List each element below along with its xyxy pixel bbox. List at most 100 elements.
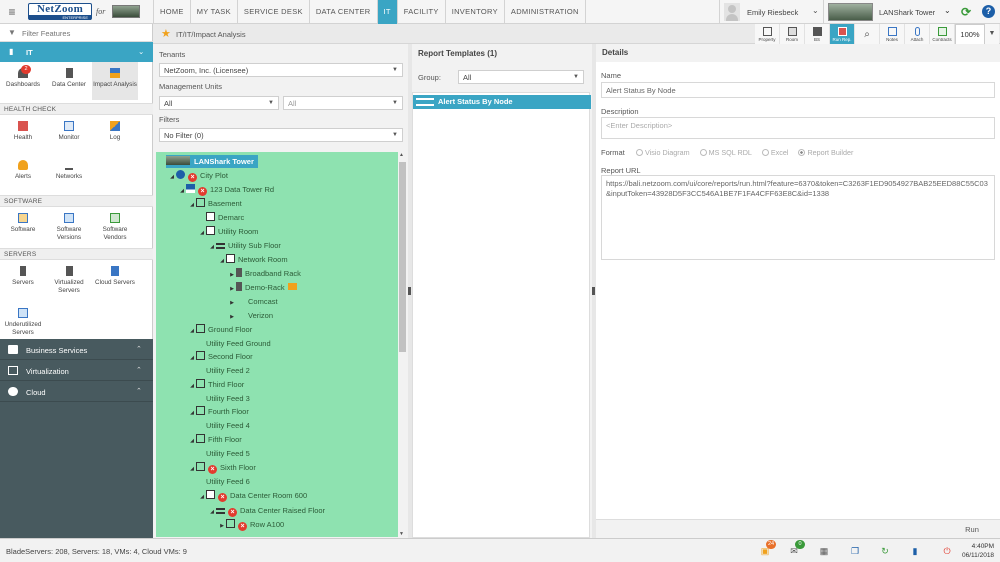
expand-toggle-icon[interactable]: ◢ <box>168 171 176 184</box>
tree-node[interactable]: ◢ Third Floor <box>188 378 244 391</box>
group-select[interactable]: All ▼ <box>458 70 584 84</box>
tree-node[interactable]: Utility Feed 2 <box>198 364 250 377</box>
bs-button[interactable]: BS <box>805 24 830 45</box>
notes-button[interactable]: Notes <box>880 24 905 45</box>
report-url-field[interactable]: https://bali.netzoom.com/ui/core/reports… <box>601 175 995 260</box>
expand-toggle-icon[interactable]: ◢ <box>208 241 216 254</box>
tree-scrollbar[interactable]: ▲ ▼ <box>398 152 407 537</box>
expand-toggle-icon[interactable]: ◢ <box>188 463 196 476</box>
tree-node[interactable]: ◢ Utility Room <box>198 225 258 238</box>
format-option-excel[interactable]: Excel <box>761 148 788 157</box>
splitter-handle[interactable] <box>592 287 595 295</box>
tile-software[interactable]: Software <box>0 207 46 234</box>
refresh-icon[interactable]: ⟳ <box>958 4 974 20</box>
run-report-button[interactable]: Run Rep. <box>830 24 855 45</box>
expand-toggle-icon[interactable]: ◢ <box>188 199 196 212</box>
tile-alerts[interactable]: Alerts <box>0 154 46 181</box>
expand-toggle-icon[interactable]: ◢ <box>198 491 206 504</box>
tree-node[interactable]: ◢ Basement <box>188 197 242 210</box>
tree-node[interactable]: Utility Feed 5 <box>198 447 250 460</box>
tile-impact-analysis[interactable]: Impact Analysis <box>92 62 138 100</box>
tree-node[interactable]: ◢ Utility Sub Floor <box>208 239 281 252</box>
group-virtualization[interactable]: Virtualization ⌃ <box>0 360 153 381</box>
format-option-visio[interactable]: Visio Diagram <box>636 148 690 157</box>
tab-administration[interactable]: ADMINISTRATION <box>503 0 586 24</box>
tree-node[interactable]: ◢ Second Floor <box>188 350 253 363</box>
menu-icon[interactable]: ≡ <box>4 4 20 20</box>
tile-log[interactable]: Log <box>92 115 138 142</box>
description-field[interactable]: <Enter Description> <box>601 117 995 139</box>
tile-underutilized-servers[interactable]: Underutilized Servers <box>0 302 46 337</box>
tab-inventory[interactable]: INVENTORY <box>444 0 504 24</box>
expand-toggle-icon[interactable]: ◢ <box>198 227 206 240</box>
scroll-up-icon[interactable]: ▲ <box>399 152 404 158</box>
tile-software-versions[interactable]: Software Versions <box>46 207 92 242</box>
tab-it[interactable]: IT <box>376 0 397 24</box>
tree-node[interactable]: ◢ × City Plot <box>168 169 228 182</box>
group-cloud[interactable]: Cloud ⌃ <box>0 381 153 402</box>
format-option-rdl[interactable]: MS SQL RDL <box>699 148 752 157</box>
tile-monitor[interactable]: Monitor <box>46 115 92 142</box>
sync-icon[interactable]: ↻ <box>877 543 893 559</box>
attach-button[interactable]: Attach <box>905 24 930 45</box>
tree-node[interactable]: Demarc <box>198 211 244 224</box>
format-option-report-builder[interactable]: Report Builder <box>798 148 853 157</box>
tile-health[interactable]: Health <box>0 115 46 142</box>
tile-virtualized-servers[interactable]: Virtualized Servers <box>46 260 92 295</box>
user-menu[interactable]: Emily Riesbeck ⌄ <box>719 0 821 24</box>
tab-facility[interactable]: FACILITY <box>396 0 445 24</box>
tree-node[interactable]: ◢ × 123 Data Tower Rd <box>178 183 274 196</box>
tab-service-desk[interactable]: SERVICE DESK <box>236 0 309 24</box>
expand-toggle-icon[interactable]: ◢ <box>208 506 216 519</box>
management-unit-select[interactable]: All ▼ <box>159 96 279 110</box>
expand-toggle-icon[interactable]: ◢ <box>188 407 196 420</box>
expand-toggle-icon[interactable]: ◢ <box>188 380 196 393</box>
tree-node[interactable]: ◢ Fifth Floor <box>188 433 242 446</box>
scroll-down-icon[interactable]: ▼ <box>399 531 404 537</box>
run-button[interactable]: Run <box>954 523 990 536</box>
expand-toggle-icon[interactable]: ◢ <box>218 255 226 268</box>
expand-toggle-icon[interactable]: ◢ <box>178 185 186 198</box>
tree-node[interactable]: ◢ × Data Center Raised Floor <box>208 504 325 517</box>
group-business-services[interactable]: Business Services ⌃ <box>0 339 153 360</box>
calculator-icon[interactable]: ▦ <box>816 543 832 559</box>
tree-node[interactable]: ◢ Network Room <box>218 253 288 266</box>
help-icon[interactable]: ? <box>982 5 995 18</box>
expand-toggle-icon[interactable]: ◢ <box>188 435 196 448</box>
app-logo[interactable]: NetZoom ENTERPRISE for <box>26 2 150 22</box>
tile-servers[interactable]: Servers <box>0 260 46 287</box>
tenant-select[interactable]: NetZoom, Inc. (Licensee) ▼ <box>159 63 403 77</box>
tree-node[interactable]: Utility Feed 3 <box>198 392 250 405</box>
name-field[interactable]: Alert Status By Node <box>601 82 995 98</box>
scrollbar-thumb[interactable] <box>399 162 406 352</box>
zoom-level[interactable]: 100% <box>955 24 985 45</box>
tree-node[interactable]: Utility Feed Ground <box>198 337 271 350</box>
filter-features-input[interactable] <box>22 27 147 39</box>
tree-node[interactable]: ▶ Demo-Rack <box>228 281 297 294</box>
mouse-icon[interactable]: ▮ <box>907 543 923 559</box>
tab-home[interactable]: HOME <box>153 0 190 24</box>
tile-cloud-servers[interactable]: Cloud Servers <box>92 260 138 287</box>
messages-icon[interactable]: ✉ 0 <box>786 540 805 559</box>
tile-networks[interactable]: Networks <box>46 154 92 181</box>
favorite-star-icon[interactable]: ★ <box>161 27 171 40</box>
site-selector[interactable]: LANShark Tower ⌄ <box>823 0 955 24</box>
management-unit-sub-select[interactable]: All ▼ <box>283 96 403 110</box>
tree-node[interactable]: ▶ Verizon <box>228 309 273 322</box>
windows-icon[interactable]: ❐ <box>847 543 863 559</box>
tree-node[interactable]: ◢ × Sixth Floor <box>188 461 256 474</box>
tree-node-root[interactable]: LANShark Tower <box>166 155 258 168</box>
search-button[interactable]: ⌕ <box>855 24 880 45</box>
room-button[interactable]: Room <box>780 24 805 45</box>
tile-software-vendors[interactable]: Software Vendors <box>92 207 138 242</box>
property-button[interactable]: Property <box>755 24 780 45</box>
power-icon[interactable]: ⏻ <box>939 543 955 559</box>
tile-dashboards[interactable]: 2 Dashboards <box>0 62 46 89</box>
report-template-item[interactable]: Alert Status By Node <box>413 95 591 109</box>
tile-data-center[interactable]: Data Center <box>46 62 92 89</box>
tree-node[interactable]: ▶ Broadband Rack <box>228 267 301 280</box>
tab-my-task[interactable]: MY TASK <box>189 0 237 24</box>
notifications-icon[interactable]: ▣ 24 <box>757 540 776 559</box>
tree-node[interactable]: ◢ × Data Center Room 600 <box>198 489 307 502</box>
splitter-handle[interactable] <box>408 287 411 295</box>
